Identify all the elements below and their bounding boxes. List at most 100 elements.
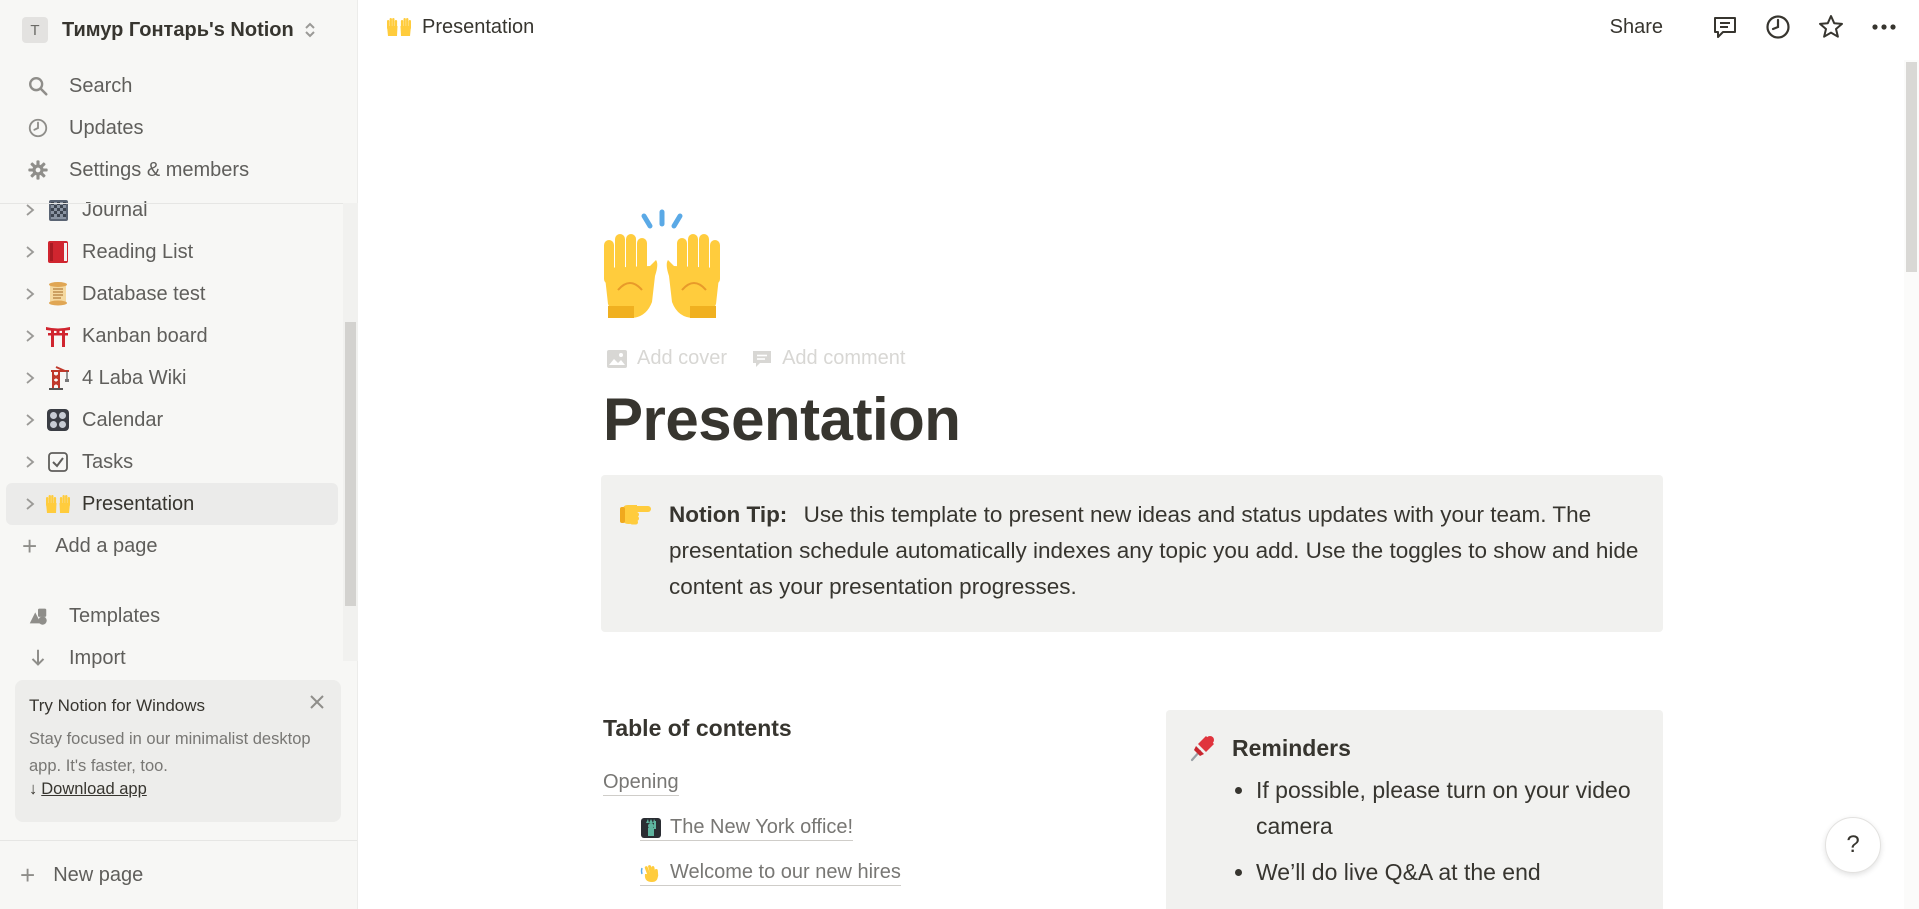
sidebar-item-import[interactable]: Import [10, 637, 340, 679]
chevron-right-icon[interactable] [20, 329, 40, 343]
toc-link-label: Welcome to our new hires [670, 861, 901, 883]
close-icon[interactable] [309, 694, 325, 714]
add-comment-button[interactable]: Add comment [751, 347, 905, 370]
add-cover-label: Add cover [637, 347, 728, 369]
sidebar-bottom-links: Templates Import [10, 595, 340, 679]
plus-icon: + [20, 859, 36, 890]
toc-link-label: Opening [603, 771, 679, 793]
sidebar-item-label: Search [69, 74, 133, 97]
sidebar-item-settings[interactable]: Settings & members [10, 149, 340, 191]
sidebar-item-label: Calendar [82, 408, 164, 431]
torii-gate-icon [44, 322, 72, 350]
list-item: If possible, please turn on your video c… [1256, 772, 1643, 844]
clock-icon [26, 116, 50, 140]
sidebar-item-database-test[interactable]: Database test [6, 273, 338, 315]
notebook-icon [44, 196, 72, 224]
toc-link-new-york-office[interactable]: The New York office! [640, 816, 854, 841]
comment-icon [753, 350, 772, 367]
workspace-switcher[interactable]: T Тимур Гонтарь's Notion [12, 10, 332, 50]
sidebar-item-label: Import [69, 646, 126, 669]
comment-icon[interactable] [1710, 12, 1740, 42]
sidebar-item-label: Database test [82, 282, 206, 305]
breadcrumb[interactable]: Presentation [386, 14, 534, 40]
sidebar-item-calendar[interactable]: Calendar [6, 399, 338, 441]
download-app-link[interactable]: ↓ Download app [29, 780, 147, 799]
clock-icon[interactable] [1763, 12, 1793, 42]
sidebar-top-nav: Search Updates Settings & members [10, 65, 340, 191]
sidebar-item-label: Tasks [82, 450, 134, 473]
sidebar-item-kanban-board[interactable]: Kanban board [6, 315, 338, 357]
chevron-right-icon[interactable] [20, 497, 40, 511]
sidebar-item-templates[interactable]: Templates [10, 595, 340, 637]
sidebar-item-tasks[interactable]: Tasks [6, 441, 338, 483]
reminders-callout[interactable]: Reminders If possible, please turn on yo… [1166, 710, 1663, 909]
search-icon [26, 74, 50, 98]
chevron-right-icon[interactable] [20, 371, 40, 385]
sidebar-item-updates[interactable]: Updates [10, 107, 340, 149]
scroll-icon [44, 280, 72, 308]
raised-hands-icon [44, 490, 72, 518]
sidebar-item-presentation[interactable]: Presentation [6, 483, 338, 525]
crane-icon [44, 364, 72, 392]
sidebar-divider [0, 203, 357, 204]
list-item: We’ll do live Q&A at the end [1256, 854, 1643, 890]
add-comment-label: Add comment [782, 347, 906, 369]
callout-text: Use this template to present new ideas a… [669, 502, 1639, 599]
sidebar-item-label: Journal [82, 198, 148, 221]
chevron-right-icon[interactable] [20, 455, 40, 469]
promo-title: Try Notion for Windows [29, 696, 206, 715]
sidebar-item-journal[interactable]: Journal [6, 189, 338, 231]
chevron-right-icon[interactable] [20, 287, 40, 301]
pushpin-icon [1190, 736, 1214, 762]
reminders-heading-label: Reminders [1232, 734, 1351, 761]
table-of-contents: Table of contents [603, 715, 1143, 742]
sidebar-item-search[interactable]: Search [10, 65, 340, 107]
red-book-icon [44, 238, 72, 266]
breadcrumb-label: Presentation [422, 15, 535, 38]
more-icon[interactable] [1869, 12, 1899, 42]
star-icon[interactable] [1816, 12, 1846, 42]
image-icon [607, 349, 627, 368]
sidebar-item-label: Kanban board [82, 324, 208, 347]
main-scrollbar-thumb[interactable] [1906, 62, 1917, 272]
chevron-right-icon[interactable] [20, 413, 40, 427]
download-app-promo: Try Notion for Windows Stay focused in o… [15, 680, 341, 822]
sidebar-item-reading-list[interactable]: Reading List [6, 231, 338, 273]
add-cover-button[interactable]: Add cover [606, 347, 727, 370]
chevron-right-icon[interactable] [20, 203, 40, 217]
arrow-down-icon [26, 646, 50, 670]
gear-icon [26, 158, 50, 182]
chevron-right-icon[interactable] [20, 245, 40, 259]
raised-hands-icon [387, 18, 411, 36]
toc-link-opening[interactable]: Opening [603, 771, 679, 796]
arrow-down-icon: ↓ [29, 780, 38, 798]
sidebar-item-label: Templates [69, 604, 161, 627]
notion-tip-callout[interactable]: Notion Tip: Use this template to present… [601, 475, 1663, 632]
raised-hands-icon[interactable] [600, 206, 724, 330]
download-app-label: Download app [41, 780, 147, 798]
shapes-icon [26, 604, 50, 628]
topbar: Presentation Share [358, 0, 1919, 60]
reminders-heading: Reminders [1186, 732, 1643, 764]
callout-label: Notion Tip: [669, 502, 788, 527]
sidebar-item-label: Presentation [82, 492, 195, 515]
workspace-avatar: T [22, 17, 48, 43]
page-cover-actions: Add cover Add comment [606, 347, 929, 370]
sidebar: T Тимур Гонтарь's Notion Search Updates … [0, 0, 358, 909]
toc-link-new-hires[interactable]: Welcome to our new hires [640, 861, 901, 886]
page-title[interactable]: Presentation [603, 385, 961, 454]
new-page-button[interactable]: + New page [0, 840, 357, 909]
promo-body: Stay focused in our minimalist desktop a… [29, 730, 311, 775]
sidebar-item-label: Updates [69, 116, 144, 139]
workspace-name: Тимур Гонтарь's Notion [62, 18, 294, 41]
control-knobs-icon [44, 406, 72, 434]
statue-of-liberty-icon [641, 817, 661, 838]
reminders-list: If possible, please turn on your video c… [1256, 772, 1643, 890]
sidebar-item-4-laba-wiki[interactable]: 4 Laba Wiki [6, 357, 338, 399]
help-button[interactable]: ? [1825, 817, 1881, 873]
waving-hand-icon [640, 864, 659, 882]
sidebar-scrollbar-thumb[interactable] [345, 322, 356, 606]
add-page-button[interactable]: + Add a page [6, 525, 338, 567]
share-button[interactable]: Share [1610, 16, 1663, 39]
toc-heading: Table of contents [603, 715, 792, 741]
